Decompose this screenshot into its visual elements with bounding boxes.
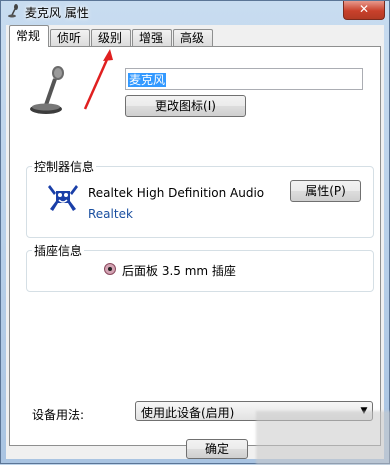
tab-listen[interactable]: 侦听 bbox=[50, 29, 90, 46]
jack-info-label: 插座信息 bbox=[32, 242, 85, 259]
device-name-field[interactable]: 麦克风 bbox=[125, 68, 363, 90]
tab-strip: 常规 侦听 级别 增强 高级 bbox=[6, 25, 384, 47]
tab-enhancements[interactable]: 增强 bbox=[132, 29, 172, 46]
close-button[interactable]: ✕ bbox=[343, 1, 385, 20]
annotation-arrow-icon bbox=[83, 49, 113, 110]
controller-vendor-link[interactable]: Realtek bbox=[88, 207, 133, 221]
device-usage-value: 使用此设备(启用) bbox=[141, 406, 235, 420]
titlebar[interactable]: 麦克风 属性 ✕ bbox=[1, 1, 389, 21]
watermark-overlay bbox=[256, 411, 390, 465]
close-icon: ✕ bbox=[358, 2, 370, 16]
device-name-value: 麦克风 bbox=[128, 73, 167, 87]
ok-button[interactable]: 确定 bbox=[186, 439, 248, 459]
general-panel: 麦克风 更改图标(I) 控制器信息 Realtek High Definitio… bbox=[9, 46, 381, 446]
device-usage-label: 设备用法: bbox=[32, 408, 85, 422]
window-title: 麦克风 属性 bbox=[25, 6, 89, 20]
tab-general[interactable]: 常规 bbox=[9, 25, 49, 47]
dialog-client: 常规 侦听 级别 增强 高级 麦克风 更改图标(I) 控制器信息 Realtek… bbox=[6, 25, 384, 459]
properties-window: 麦克风 属性 ✕ 常规 侦听 级别 增强 高级 麦克风 更改图标(I) 控制器信… bbox=[0, 0, 390, 465]
controller-properties-button[interactable]: 属性(P) bbox=[290, 180, 361, 202]
change-icon-button[interactable]: 更改图标(I) bbox=[125, 95, 246, 117]
realtek-crab-logo-icon bbox=[48, 185, 78, 211]
tab-advanced[interactable]: 高级 bbox=[173, 29, 213, 46]
controller-name: Realtek High Definition Audio bbox=[88, 186, 265, 200]
microphone-icon bbox=[8, 4, 18, 18]
tab-levels[interactable]: 级别 bbox=[91, 29, 131, 46]
controller-info-label: 控制器信息 bbox=[32, 158, 97, 175]
jack-color-icon bbox=[104, 263, 116, 275]
microphone-icon bbox=[30, 66, 64, 114]
jack-description: 后面板 3.5 mm 插座 bbox=[122, 264, 236, 278]
